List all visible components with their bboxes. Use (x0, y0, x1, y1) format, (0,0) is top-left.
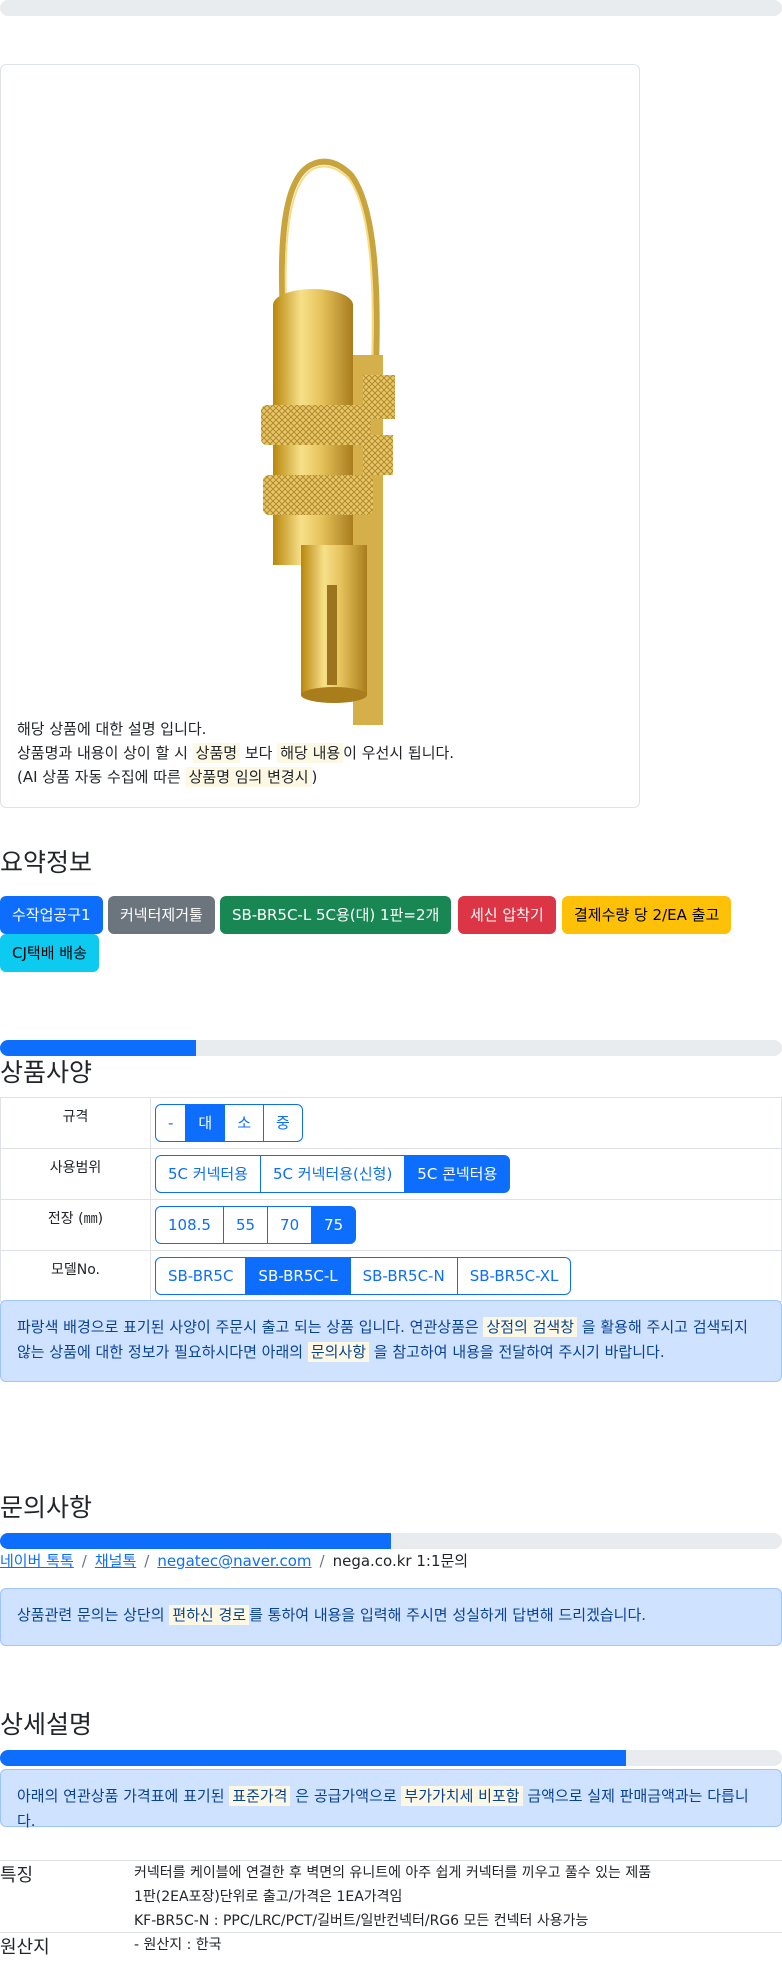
description-line: (AI 상품 자동 수집에 따른 상품명 임의 변경시) (17, 765, 454, 789)
inquiry-link[interactable]: 네이버 톡톡 (0, 1552, 74, 1570)
spec-options: SB-BR5C SB-BR5C-L SB-BR5C-N SB-BR5C-XL (150, 1250, 782, 1302)
spec-option-button[interactable]: SB-BR5C (155, 1257, 247, 1295)
highlight-text: 부가가치세 비포함 (401, 1786, 523, 1806)
spec-option-button[interactable]: 중 (263, 1104, 303, 1142)
feature-key: 특징 (0, 1865, 34, 1886)
inquiry-progress-fill (0, 1533, 391, 1549)
summary-badge: CJ택배 배송 (0, 934, 99, 972)
feature-value-line: 커넥터를 케이블에 연결한 후 벽면의 유니트에 아주 쉽게 커넥터를 끼우고 … (134, 1865, 652, 1881)
detail-progress-bar (0, 1750, 782, 1766)
highlight-text: 편하신 경로 (169, 1605, 250, 1625)
text-segment: (AI 상품 자동 수집에 따른 (17, 768, 186, 786)
text-segment: 상품관련 문의는 상단의 (17, 1606, 170, 1624)
highlight-text: 표준가격 (229, 1786, 291, 1806)
spec-option-button[interactable]: 소 (224, 1104, 265, 1142)
link-separator: / (81, 1552, 87, 1570)
spec-option-button[interactable]: 55 (222, 1206, 269, 1244)
spec-row: 모델No. SB-BR5C SB-BR5C-L SB-BR5C-N SB-BR5C-XL (0, 1250, 782, 1302)
highlight-text: 상품명 (192, 743, 241, 763)
text-segment: 은 공급가액으로 (290, 1787, 402, 1805)
spec-label: 전장 (㎜) (0, 1199, 151, 1251)
link-separator: / (319, 1552, 325, 1570)
spec-option-button[interactable]: 70 (267, 1206, 313, 1244)
detail-notice: 아래의 연관상품 가격표에 표기된 표준가격 은 공급가액으로 부가가치세 비포… (0, 1769, 782, 1830)
spec-label: 모델No. (0, 1250, 151, 1302)
text-segment: 해당 상품에 대한 설명 입니다. (17, 720, 207, 738)
text-segment: 파랑색 배경으로 표기된 사양이 주문시 출고 되는 상품 입니다. 연관상품은 (17, 1318, 484, 1336)
text-segment: 를 통하여 내용을 입력해 주시면 성실하게 답변해 드리겠습니다. (249, 1606, 647, 1624)
inquiry-link[interactable]: 채널톡 (95, 1552, 136, 1570)
spec-row: 전장 (㎜) 108.5 55 70 75 (0, 1199, 782, 1251)
spec-option-button[interactable]: SB-BR5C-N (349, 1257, 458, 1295)
feature-value-line: - 원산지 : 한국 (134, 1937, 222, 1953)
spec-option-button[interactable]: SB-BR5C-L (245, 1257, 351, 1295)
spec-option-button[interactable]: - (155, 1104, 187, 1142)
description-line: 상품명과 내용이 상이 할 시 상품명 보다 해당 내용 이 우선시 됩니다. (17, 741, 454, 765)
feature-row: 특징 커넥터를 케이블에 연결한 후 벽면의 유니트에 아주 쉽게 커넥터를 끼우… (0, 1860, 782, 1932)
summary-title: 요약정보 (0, 848, 93, 877)
spec-option-button[interactable]: 대 (185, 1104, 226, 1142)
text-segment: 을 참고하여 내용을 전달하여 주시기 바랍니다. (369, 1343, 665, 1361)
top-progress-bar (0, 0, 782, 16)
summary-badge: 세신 압착기 (458, 896, 556, 934)
summary-badge: 결제수량 당 2/EA 출고 (562, 896, 732, 934)
highlight-text: 해당 내용 (277, 743, 344, 763)
spec-options: -대소중 (150, 1097, 782, 1149)
text-segment: 이 우선시 됩니다. (343, 744, 455, 762)
spec-table: 규격 - 대 소 중 사용범위 5C 커넥터용 5C 커넥터용(신형) 5C 콘넥터용 전장 (㎜… (0, 1097, 782, 1302)
spec-option-button[interactable]: 75 (311, 1206, 357, 1244)
specs-notice: 파랑색 배경으로 표기된 사양이 주문시 출고 되는 상품 입니다. 연관상품은… (0, 1300, 782, 1382)
spec-option-button[interactable]: 108.5 (155, 1206, 224, 1244)
text-segment: 보다 (240, 744, 278, 762)
highlight-text: 문의사항 (307, 1342, 370, 1362)
text-segment: 아래의 연관상품 가격표에 표기된 (17, 1787, 230, 1805)
summary-badge: 커넥터제거툴 (108, 896, 215, 934)
detail-title: 상세설명 (0, 1710, 93, 1739)
feature-value: - 원산지 : 한국 (134, 1933, 222, 1957)
highlight-text: 상품명 임의 변경시 (185, 767, 312, 787)
highlight-text: 상점의 검색창 (483, 1317, 578, 1337)
feature-row: 원산지 - 원산지 : 한국 (0, 1932, 782, 1968)
spec-option-button[interactable]: 5C 콘넥터용 (404, 1155, 511, 1193)
spec-option-button[interactable]: 5C 커넥터용(신형) (260, 1155, 406, 1193)
text-segment: ) (311, 768, 318, 786)
link-separator: / (144, 1552, 150, 1570)
inquiry-links: 네이버 톡톡 / 채널톡 / negatec@naver.com / nega.co.kr … (0, 1550, 468, 1571)
spec-option-button[interactable]: 5C 커넥터용 (155, 1155, 261, 1193)
inquiry-progress-bar (0, 1533, 782, 1549)
spec-options: 5C 커넥터용 5C 커넥터용(신형) 5C 콘넥터용 (150, 1148, 782, 1200)
inquiry-link[interactable]: negatec@naver.com (157, 1552, 311, 1570)
product-card: 해당 상품에 대한 설명 입니다. 상품명과 내용이 상이 할 시 상품명 보다 … (0, 64, 640, 808)
spec-label: 사용범위 (0, 1148, 151, 1200)
inquiry-title: 문의사항 (0, 1493, 93, 1522)
inquiry-notice: 상품관련 문의는 상단의 편하신 경로 를 통하여 내용을 입력해 주시면 성실하… (0, 1588, 782, 1646)
product-image (261, 158, 395, 725)
spec-label: 규격 (0, 1097, 151, 1149)
spec-row: 사용범위 5C 커넥터용 5C 커넥터용(신형) 5C 콘넥터용 (0, 1148, 782, 1200)
description-line: 해당 상품에 대한 설명 입니다. (17, 717, 454, 741)
specs-title: 상품사양 (0, 1058, 93, 1087)
feature-value-line: 1판(2EA포장)단위로 출고/가격은 1EA가격임 (134, 1889, 403, 1905)
feature-key: 원산지 (0, 1937, 50, 1958)
summary-badge: 수작업공구1 (0, 896, 103, 934)
spec-row: 규격 - 대 소 중 (0, 1097, 782, 1149)
summary-badge: SB-BR5C-L 5C용(대) 1판=2개 (220, 896, 452, 934)
feature-value-line: KF-BR5C-N : PPC/LRC/PCT/길버트/일반컨넥터/RG6 모든… (134, 1913, 589, 1929)
specs-progress-bar (0, 1040, 782, 1056)
product-description: 해당 상품에 대한 설명 입니다. 상품명과 내용이 상이 할 시 상품명 보다 … (17, 717, 454, 789)
spec-option-button[interactable]: SB-BR5C-XL (456, 1257, 572, 1295)
spec-options: 108.5 55 70 75 (150, 1199, 782, 1251)
inquiry-text: nega.co.kr 1:1문의 (332, 1552, 469, 1570)
detail-progress-fill (0, 1750, 626, 1766)
feature-value: 커넥터를 케이블에 연결한 후 벽면의 유니트에 아주 쉽게 커넥터를 끼우고 … (134, 1861, 651, 1933)
text-segment: 상품명과 내용이 상이 할 시 (17, 744, 193, 762)
